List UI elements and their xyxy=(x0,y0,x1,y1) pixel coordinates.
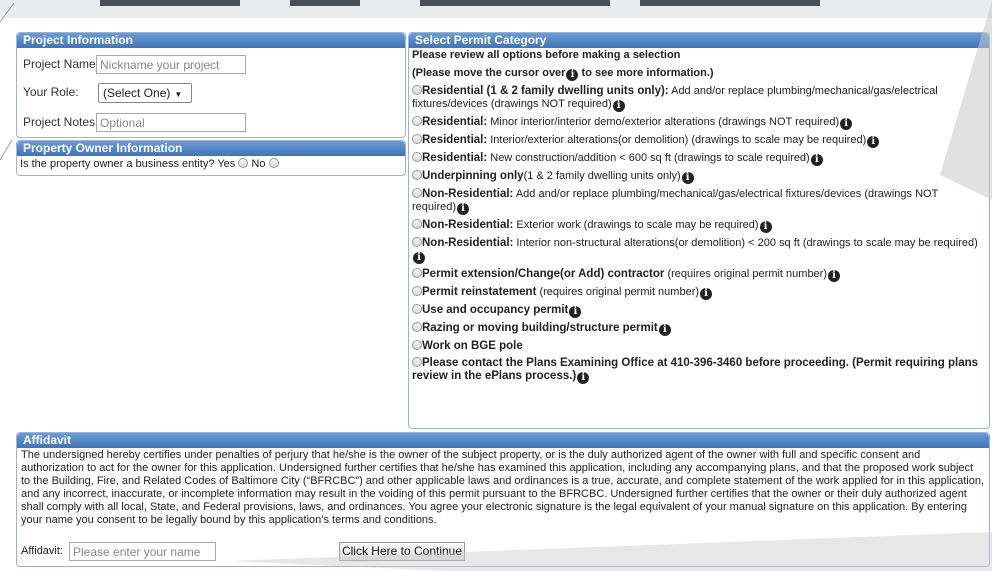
info-icon[interactable]: i xyxy=(828,270,841,282)
permit-option[interactable]: Use and occupancy permit i xyxy=(412,304,985,318)
permit-category-header: Select Permit Category xyxy=(409,33,989,48)
info-icon[interactable]: i xyxy=(612,100,625,112)
permit-option-title: Non-Residential: xyxy=(422,237,514,249)
permit-option[interactable]: Work on BGE pole xyxy=(412,340,985,353)
permit-option-detail: (requires original permit number) xyxy=(536,286,700,298)
page-top-strip xyxy=(0,0,992,18)
chevron-down-icon: ▼ xyxy=(174,90,183,99)
permit-option[interactable]: Please contact the Plans Examining Offic… xyxy=(412,357,985,384)
permit-radio[interactable] xyxy=(412,152,422,162)
info-icon[interactable]: i xyxy=(457,203,470,215)
permit-option[interactable]: Non-Residential: Add and/or replace plum… xyxy=(412,188,985,215)
permit-option-title: Permit reinstatement xyxy=(422,286,537,298)
info-icon[interactable]: i xyxy=(840,118,853,130)
permit-radio[interactable] xyxy=(412,237,422,247)
permit-radio[interactable] xyxy=(412,219,422,229)
permit-option-detail: New construction/addition < 600 sq ft (d… xyxy=(487,152,810,164)
affidavit-label: Affidavit: xyxy=(21,545,63,557)
continue-button[interactable]: Click Here to Continue xyxy=(339,542,465,561)
permit-option-detail: (requires original permit number) xyxy=(664,268,828,280)
cursor-note-start: (Please move the cursor over xyxy=(412,67,566,79)
no-label: No xyxy=(251,158,266,170)
permit-option-title: Non-Residential: xyxy=(422,219,514,231)
permit-option-detail: Minor interior/interior demo/exterior al… xyxy=(487,116,840,128)
permit-radio[interactable] xyxy=(412,170,422,180)
role-label: Your Role: xyxy=(23,85,79,99)
permit-options: Residential (1 & 2 family dwelling units… xyxy=(412,85,985,384)
permit-category-panel: Select Permit Category Please review all… xyxy=(408,32,990,429)
info-icon[interactable]: i xyxy=(810,154,823,166)
permit-option-title: Use and occupancy permit xyxy=(422,304,569,316)
project-information-header: Project Information xyxy=(17,33,405,48)
permit-radio[interactable] xyxy=(412,322,422,332)
review-note: Please review all options before making … xyxy=(412,49,681,61)
permit-option[interactable]: Residential: Minor interior/interior dem… xyxy=(412,116,985,130)
affidavit-header: Affidavit xyxy=(17,433,989,448)
property-owner-panel: Property Owner Information Is the proper… xyxy=(16,140,406,176)
permit-option-title: Razing or moving building/structure perm… xyxy=(422,322,658,334)
permit-radio[interactable] xyxy=(412,134,422,144)
permit-option[interactable]: Non-Residential: Exterior work (drawings… xyxy=(412,219,985,233)
project-information-panel: Project Information Project Name: Your R… xyxy=(16,32,406,138)
permit-option-detail: Exterior work (drawings to scale may be … xyxy=(513,219,759,231)
permit-options-list: Please review all options before making … xyxy=(412,49,985,384)
permit-radio[interactable] xyxy=(412,286,422,296)
info-icon[interactable]: i xyxy=(759,221,772,233)
permit-option[interactable]: Razing or moving building/structure perm… xyxy=(412,322,985,336)
permit-radio[interactable] xyxy=(412,268,422,278)
no-radio[interactable] xyxy=(268,158,279,168)
role-select-value: (Select One) xyxy=(103,86,171,100)
project-name-label: Project Name: xyxy=(23,57,100,71)
permit-option-detail: Interior non-structural alterations(or d… xyxy=(513,237,978,249)
info-icon[interactable]: i xyxy=(658,324,671,336)
project-notes-label: Project Notes: xyxy=(23,115,99,129)
permit-option[interactable]: Non-Residential: Interior non-structural… xyxy=(412,237,985,264)
business-entity-question: Is the property owner a business entity? xyxy=(20,158,215,170)
info-icon: i xyxy=(566,69,579,81)
permit-option[interactable]: Permit extension/Change(or Add) contract… xyxy=(412,268,985,282)
permit-option-detail: Interior/exterior alterations(or demolit… xyxy=(487,134,867,146)
permit-option-title: Residential: xyxy=(422,134,488,146)
permit-option[interactable]: Residential (1 & 2 family dwelling units… xyxy=(412,85,985,112)
permit-option-title: Permit extension/Change(or Add) contract… xyxy=(422,268,665,280)
info-icon[interactable]: i xyxy=(681,172,694,184)
property-owner-header: Property Owner Information xyxy=(17,141,405,156)
permit-option-title: Underpinning only xyxy=(422,170,524,182)
permit-option-detail: (1 & 2 family dwelling units only) xyxy=(523,170,681,182)
affidavit-panel: Affidavit The undersigned hereby certifi… xyxy=(16,432,990,567)
permit-option[interactable]: Residential: New construction/addition <… xyxy=(412,152,985,166)
permit-option[interactable]: Permit reinstatement (requires original … xyxy=(412,286,985,300)
permit-option[interactable]: Underpinning only(1 & 2 family dwelling … xyxy=(412,170,985,184)
info-icon[interactable]: i xyxy=(867,136,880,148)
permit-option-title: Residential (1 & 2 family dwelling units… xyxy=(422,85,669,97)
project-name-input[interactable] xyxy=(96,55,246,74)
permit-option-title: Non-Residential: xyxy=(422,188,514,200)
info-icon[interactable]: i xyxy=(577,372,590,384)
permit-option-title: Please contact the Plans Examining Offic… xyxy=(412,357,979,382)
info-icon[interactable]: i xyxy=(700,288,713,300)
affidavit-text: The undersigned hereby certifies under p… xyxy=(21,449,984,526)
yes-label: Yes xyxy=(217,158,236,170)
project-notes-input[interactable] xyxy=(96,113,246,132)
info-icon[interactable]: i xyxy=(569,306,582,318)
cursor-note-end: to see more information.) xyxy=(581,67,714,79)
permit-option-title: Work on BGE pole xyxy=(422,340,523,352)
permit-option[interactable]: Residential: Interior/exterior alteratio… xyxy=(412,134,985,148)
permit-option-title: Residential: xyxy=(422,116,488,128)
permit-radio[interactable] xyxy=(412,357,422,367)
info-icon[interactable]: i xyxy=(413,252,425,264)
affidavit-name-input[interactable] xyxy=(69,542,216,561)
role-select[interactable]: (Select One) ▼ xyxy=(98,83,192,103)
permit-radio[interactable] xyxy=(412,340,422,350)
permit-radio[interactable] xyxy=(412,188,422,198)
permit-radio[interactable] xyxy=(412,116,422,126)
permit-radio[interactable] xyxy=(412,85,422,95)
yes-radio[interactable] xyxy=(238,158,249,168)
permit-radio[interactable] xyxy=(412,304,422,314)
permit-option-title: Residential: xyxy=(422,152,488,164)
